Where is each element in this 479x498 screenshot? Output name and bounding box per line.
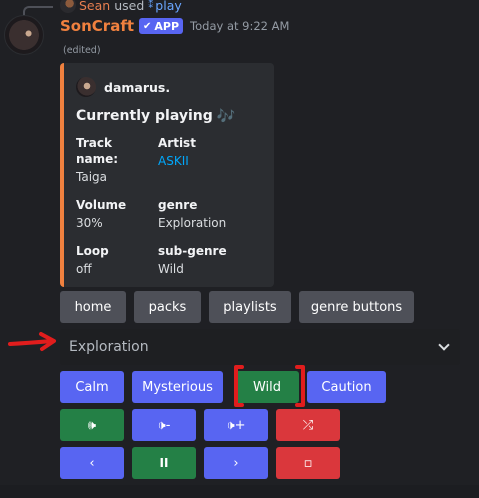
field-value: Exploration: [158, 216, 227, 230]
embed-title: Currently playing 🎶: [76, 107, 262, 125]
shuffle-button[interactable]: ⤮: [276, 409, 340, 441]
field-name: sub-genre: [158, 244, 227, 258]
pause-icon: II: [159, 456, 169, 470]
volume-down-icon: 🕩-: [157, 417, 171, 433]
controls-row-1: 🕪 🕩- 🕩+ ⤮: [60, 409, 340, 441]
previous-icon: ‹: [89, 455, 95, 471]
previous-button[interactable]: ‹: [60, 447, 124, 479]
chevron-down-icon: [438, 339, 450, 351]
embed-title-text: Currently playing: [76, 108, 213, 124]
genre-select[interactable]: Exploration: [60, 329, 460, 365]
field-value: 30%: [76, 216, 103, 230]
volume-down-button[interactable]: 🕩-: [132, 409, 196, 441]
field-name: Loop: [76, 244, 109, 258]
field-name: Artist: [158, 136, 196, 150]
genre-select-value: Exploration: [69, 339, 149, 355]
volume-up-button[interactable]: 🕩+: [204, 409, 268, 441]
field-loop: Loop off: [76, 243, 158, 279]
packs-button[interactable]: packs: [134, 291, 201, 323]
caution-button[interactable]: Caution: [307, 371, 386, 403]
verified-check-icon: ✔: [143, 20, 152, 32]
reply-username[interactable]: Sean: [79, 0, 110, 13]
playlists-button[interactable]: playlists: [209, 291, 291, 323]
subgenre-button-row: Calm Mysterious Wild Caution: [60, 371, 386, 403]
calm-button[interactable]: Calm: [60, 371, 124, 403]
avatar[interactable]: [4, 15, 44, 55]
embed-fields: Track name: Taiga Artist ASKII Volume 30…: [76, 135, 262, 279]
edited-label: (edited): [63, 45, 101, 56]
stop-icon: ▫: [303, 455, 313, 471]
shuffle-icon: ⤮: [302, 417, 314, 433]
genre-buttons-button[interactable]: genre buttons: [299, 291, 414, 323]
mysterious-button[interactable]: Mysterious: [132, 371, 223, 403]
field-artist: Artist ASKII: [158, 135, 262, 187]
field-genre: genre Exploration: [158, 197, 262, 233]
nav-button-row: home packs playlists genre buttons: [60, 291, 414, 323]
volume-button[interactable]: 🕪: [60, 409, 124, 441]
annotation-bracket-icon: [234, 365, 305, 407]
reply-command-label: play: [155, 0, 182, 13]
volume-icon: 🕪: [87, 417, 97, 433]
field-volume: Volume 30%: [76, 197, 158, 233]
field-name: Track name:: [76, 136, 119, 166]
bottom-divider: [0, 485, 479, 498]
app-badge-label: APP: [154, 19, 180, 33]
reply-command[interactable]: ⁑ play: [148, 0, 181, 13]
field-value: off: [76, 262, 92, 276]
reply-avatar: [60, 0, 76, 13]
message-header: SonCraft ✔ APP Today at 9:22 AM: [60, 17, 289, 35]
reply-used-text: used: [114, 0, 145, 13]
embed-author: damarus.: [76, 77, 262, 97]
next-button[interactable]: ›: [204, 447, 268, 479]
home-button[interactable]: home: [60, 291, 126, 323]
volume-up-icon: 🕩+: [226, 417, 246, 433]
field-value: Taiga: [76, 170, 108, 184]
pause-button[interactable]: II: [132, 447, 196, 479]
username[interactable]: SonCraft: [60, 17, 134, 35]
timestamp[interactable]: Today at 9:22 AM: [190, 19, 289, 33]
music-notes-icon: 🎶: [216, 107, 236, 125]
field-name: genre: [158, 198, 198, 212]
controls-row-2: ‹ II › ▫: [60, 447, 340, 479]
app-badge: ✔ APP: [139, 18, 184, 34]
field-value: Wild: [158, 262, 184, 276]
field-sub-genre: sub-genre Wild: [158, 243, 262, 279]
stop-button[interactable]: ▫: [276, 447, 340, 479]
author-avatar: [76, 77, 96, 97]
author-name[interactable]: damarus.: [104, 80, 170, 95]
next-icon: ›: [233, 455, 239, 471]
artist-link[interactable]: ASKII: [158, 151, 262, 171]
slash-command-icon: ⁑: [148, 0, 154, 11]
annotation-arrow-icon: [8, 332, 56, 351]
reply-reference[interactable]: Sean used ⁑ play: [60, 0, 182, 13]
field-track-name: Track name: Taiga: [76, 135, 158, 187]
now-playing-embed: damarus. Currently playing 🎶 Track name:…: [60, 63, 274, 287]
field-name: Volume: [76, 198, 127, 212]
